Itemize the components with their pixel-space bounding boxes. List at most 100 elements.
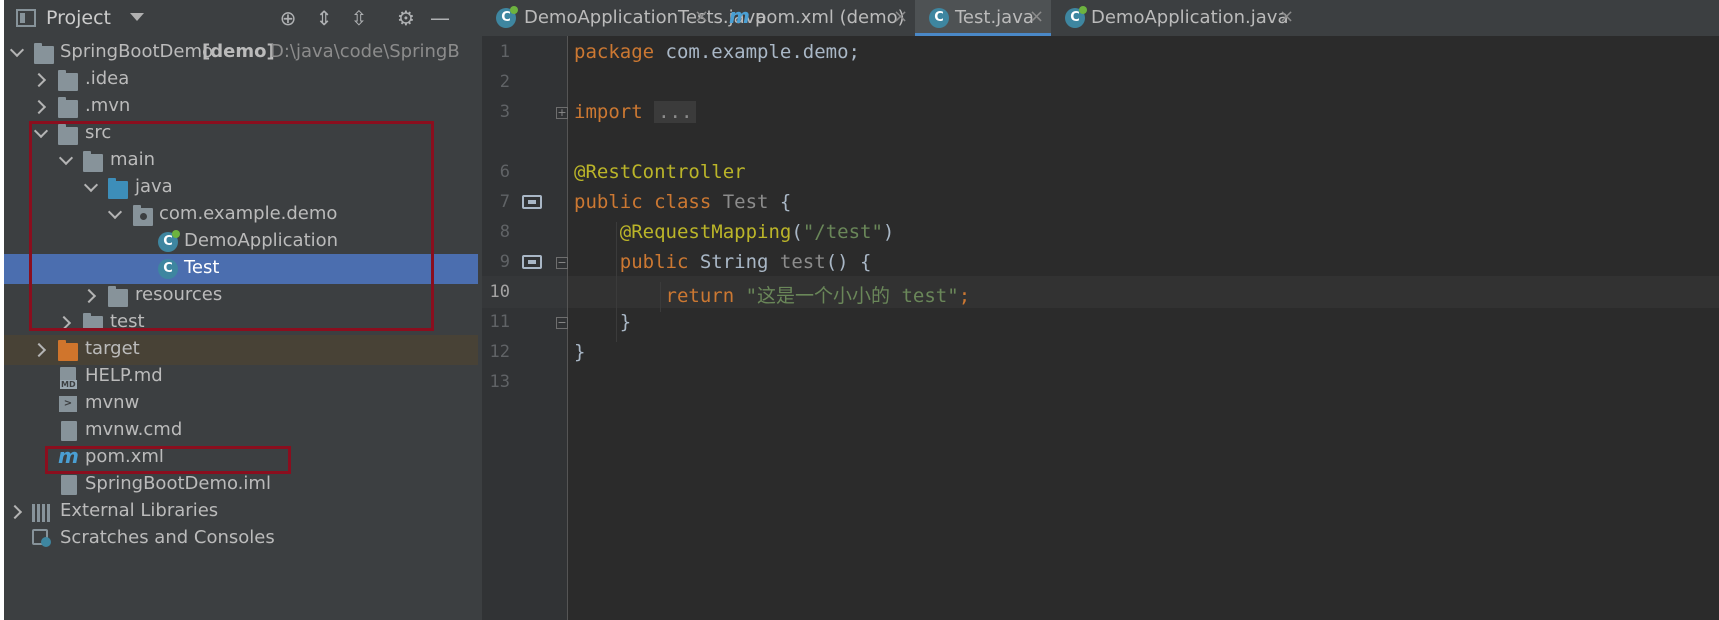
expand-all-icon[interactable]: ⇕ [312, 6, 336, 30]
tab-label: DemoApplication.java [1091, 7, 1289, 28]
chevron-right-icon[interactable] [31, 342, 47, 358]
code-editor[interactable]: 1 2 3 6 7 8 9 10 11 12 13 + − − package … [482, 36, 1719, 620]
close-icon[interactable]: × [1029, 6, 1044, 27]
folder-icon [58, 97, 78, 118]
line-number: 3 [499, 102, 510, 122]
text-file-icon [61, 421, 77, 441]
tree-item-mvnw[interactable]: > mvnw [4, 389, 482, 419]
shell-script-icon: > [59, 396, 77, 412]
class-icon: C [929, 8, 949, 28]
spring-class-icon: C [496, 6, 518, 28]
tree-item-mvnw-cmd[interactable]: mvnw.cmd [4, 416, 482, 446]
tree-item-label: target [85, 338, 140, 359]
tab-demoapplication[interactable]: C DemoApplication.java × [1051, 0, 1301, 36]
module-path: D:\java\code\SpringB [270, 41, 460, 62]
tree-item-label: HELP.md [85, 365, 163, 386]
module-suffix: [demo] [202, 41, 275, 62]
tree-item-iml[interactable]: SpringBootDemo.iml [4, 470, 482, 500]
close-icon[interactable]: × [694, 6, 709, 27]
module-folder-icon [34, 43, 54, 64]
code-text: } [619, 311, 632, 333]
type-name: String [688, 251, 780, 273]
fold-collapse-icon[interactable]: − [556, 257, 568, 269]
method-name: test [779, 251, 826, 273]
tree-item-label: .mvn [85, 95, 131, 116]
keyword: public class [574, 191, 712, 213]
chevron-right-icon[interactable] [7, 504, 23, 520]
folded-imports[interactable]: ... [654, 101, 697, 123]
tab-label: Test.java [955, 7, 1034, 28]
endpoint-gutter-icon[interactable] [522, 195, 542, 209]
code-line-9: public String test() { [574, 251, 872, 273]
maven-file-icon: m [729, 4, 750, 28]
line-number: 6 [499, 162, 510, 182]
keyword: public [619, 251, 689, 273]
line-number: 9 [499, 252, 510, 272]
tree-item-label: External Libraries [60, 500, 219, 521]
string-literal: "这是一个小小的 test" [745, 285, 959, 307]
editor-tab-bar: C DemoApplicationTests.java × m pom.xml … [482, 0, 1719, 36]
keyword: import [574, 101, 643, 123]
highlight-box-src [29, 121, 434, 331]
code-line-10: return "这是一个小小的 test"; [574, 281, 971, 308]
scratches-icon [32, 529, 52, 549]
fold-expand-icon[interactable]: + [556, 107, 568, 119]
chevron-right-icon[interactable] [31, 99, 47, 115]
spring-class-icon: C [1065, 6, 1087, 28]
code-line-6: @RestController [574, 161, 746, 183]
annotation: @RequestMapping [619, 221, 792, 243]
keyword: package [574, 41, 655, 63]
code-line-8: @RequestMapping("/test") [574, 221, 895, 243]
endpoint-gutter-icon[interactable] [522, 255, 542, 269]
ide-window: Project ⊕ ⇕ ⇳ ⚙ — SpringBootDemo [demo] … [0, 0, 1719, 620]
tree-item-external-libraries[interactable]: External Libraries [4, 497, 482, 527]
line-number-current: 10 [489, 282, 510, 302]
tree-item-help-md[interactable]: HELP.md [4, 362, 482, 392]
tree-item-idea[interactable]: .idea [4, 65, 482, 95]
chevron-right-icon[interactable] [31, 72, 47, 88]
highlight-box-pom [45, 446, 291, 474]
code-line-3: import ... [574, 101, 697, 123]
code-text: ( [791, 221, 803, 243]
excluded-folder-icon [58, 340, 78, 361]
tree-item-label: SpringBootDemo [60, 41, 213, 62]
tab-test-java[interactable]: C Test.java × [915, 0, 1051, 36]
code-text: } [574, 341, 586, 363]
tree-item-mvn[interactable]: .mvn [4, 92, 482, 122]
line-number: 13 [489, 372, 510, 392]
markdown-file-icon [60, 367, 77, 389]
tab-pom-xml[interactable]: m pom.xml (demo) × [717, 0, 914, 36]
close-icon[interactable]: × [893, 6, 908, 27]
line-number: 8 [499, 222, 510, 242]
view-dropdown-icon[interactable] [130, 13, 144, 21]
close-icon[interactable]: × [1279, 6, 1294, 27]
chevron-down-icon[interactable] [9, 42, 25, 58]
locate-file-icon[interactable]: ⊕ [276, 6, 300, 30]
line-number: 7 [499, 192, 510, 212]
gear-icon[interactable]: ⚙ [394, 6, 418, 30]
fold-end-icon[interactable]: − [556, 317, 568, 329]
line-number: 1 [499, 42, 510, 62]
code-text: () { [825, 251, 872, 273]
line-number: 12 [489, 342, 510, 362]
code-text: com.example.demo; [654, 41, 860, 63]
tree-item-label: SpringBootDemo.iml [85, 473, 271, 494]
code-line-12: } [574, 341, 585, 363]
code-line-11: } [574, 311, 631, 333]
tree-item-springbootdemo[interactable]: SpringBootDemo [demo] D:\java\code\Sprin… [4, 38, 482, 68]
class-name: Test [711, 191, 769, 213]
tree-item-scratches[interactable]: Scratches and Consoles [4, 524, 482, 554]
code-text: { [768, 191, 792, 213]
project-panel-header: Project ⊕ ⇕ ⇳ ⚙ — [4, 0, 482, 36]
line-number: 2 [499, 72, 510, 92]
project-panel-title[interactable]: Project [46, 7, 111, 29]
tree-item-label: .idea [85, 68, 130, 89]
tree-item-label: mvnw.cmd [85, 419, 183, 440]
minimize-icon[interactable]: — [428, 6, 452, 30]
code-line-1: package com.example.demo; [574, 41, 860, 63]
tree-item-target[interactable]: target [4, 335, 482, 365]
collapse-all-icon[interactable]: ⇳ [347, 6, 371, 30]
code-text: ) [882, 221, 895, 243]
tab-demoapplicationtests[interactable]: C DemoApplicationTests.java × [482, 0, 766, 36]
library-icon [32, 504, 52, 522]
